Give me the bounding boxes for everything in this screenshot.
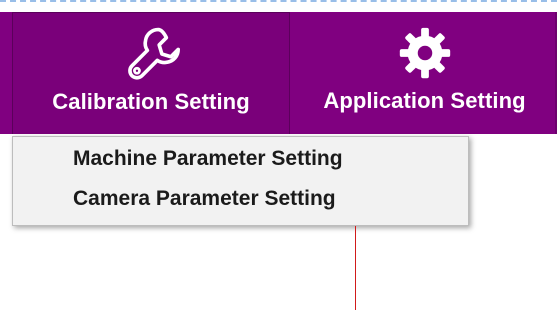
top-dashed-border: [0, 0, 557, 2]
ribbon-bar: Calibration Setting Application Setting: [0, 12, 557, 134]
app-root: Calibration Setting Application Setting …: [0, 0, 557, 310]
menu-item-camera-parameter-setting[interactable]: Camera Parameter Setting: [73, 187, 336, 211]
wrench-icon: [119, 26, 183, 82]
calibration-dropdown-menu: Machine Parameter Setting Camera Paramet…: [12, 136, 469, 226]
tab-label: Calibration Setting: [52, 89, 250, 114]
gear-icon: [393, 25, 457, 81]
tab-calibration-setting[interactable]: Calibration Setting: [12, 12, 290, 134]
tab-label: Application Setting: [323, 88, 526, 113]
menu-item-machine-parameter-setting[interactable]: Machine Parameter Setting: [73, 147, 343, 171]
tab-application-setting[interactable]: Application Setting: [292, 12, 557, 134]
vertical-guide-line: [355, 226, 356, 310]
